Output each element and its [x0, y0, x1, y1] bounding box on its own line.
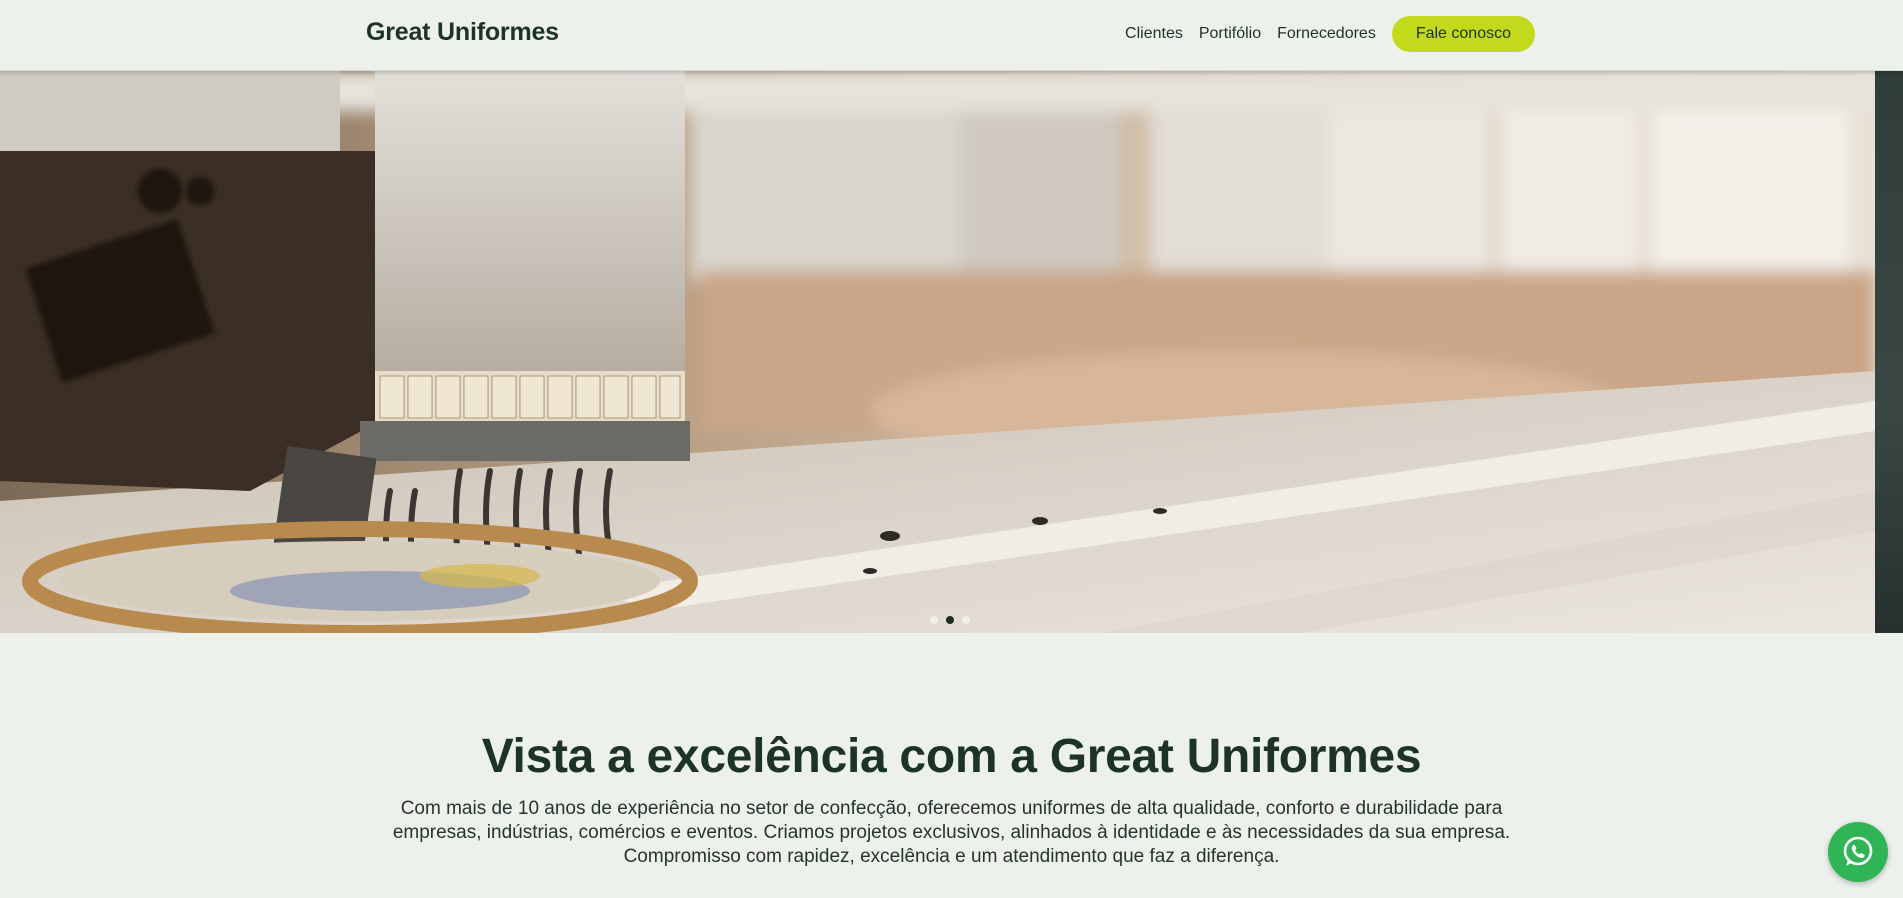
- page: Great Uniformes Clientes Portifólio Forn…: [0, 0, 1903, 898]
- intro-heading: Vista a excelência com a Great Uniformes: [481, 730, 1422, 783]
- hero-slide-image: [0, 71, 1875, 633]
- next-slide-peek: [1875, 71, 1903, 633]
- nav-link-portifolio[interactable]: Portifólio: [1199, 16, 1261, 52]
- intro-section: Vista a excelência com a Great Uniformes…: [0, 633, 1903, 898]
- navbar: Great Uniformes Clientes Portifólio Forn…: [0, 0, 1903, 71]
- nav-links: Clientes Portifólio Fornecedores Fale co…: [1125, 16, 1535, 52]
- carousel-indicators: [930, 616, 970, 624]
- intro-line-2: empresas, indústrias, comércios e evento…: [392, 822, 1511, 843]
- contact-button[interactable]: Fale conosco: [1391, 16, 1535, 52]
- carousel-dot-3[interactable]: [962, 616, 970, 624]
- hero-carousel: [0, 71, 1903, 633]
- whatsapp-icon: [1843, 836, 1873, 866]
- whatsapp-button[interactable]: [1828, 822, 1888, 882]
- carousel-dot-1[interactable]: [930, 616, 938, 624]
- intro-paragraph: Com mais de 10 anos de experiência no se…: [380, 797, 1523, 869]
- intro-line-1: Com mais de 10 anos de experiência no se…: [400, 798, 1503, 819]
- nav-link-clientes[interactable]: Clientes: [1125, 16, 1183, 52]
- brand-logo[interactable]: Great Uniformes: [366, 18, 559, 47]
- nav-link-fornecedores[interactable]: Fornecedores: [1277, 16, 1376, 52]
- carousel-dot-2[interactable]: [946, 616, 954, 624]
- intro-line-3: Compromisso com rapidez, excelência e um…: [623, 846, 1280, 867]
